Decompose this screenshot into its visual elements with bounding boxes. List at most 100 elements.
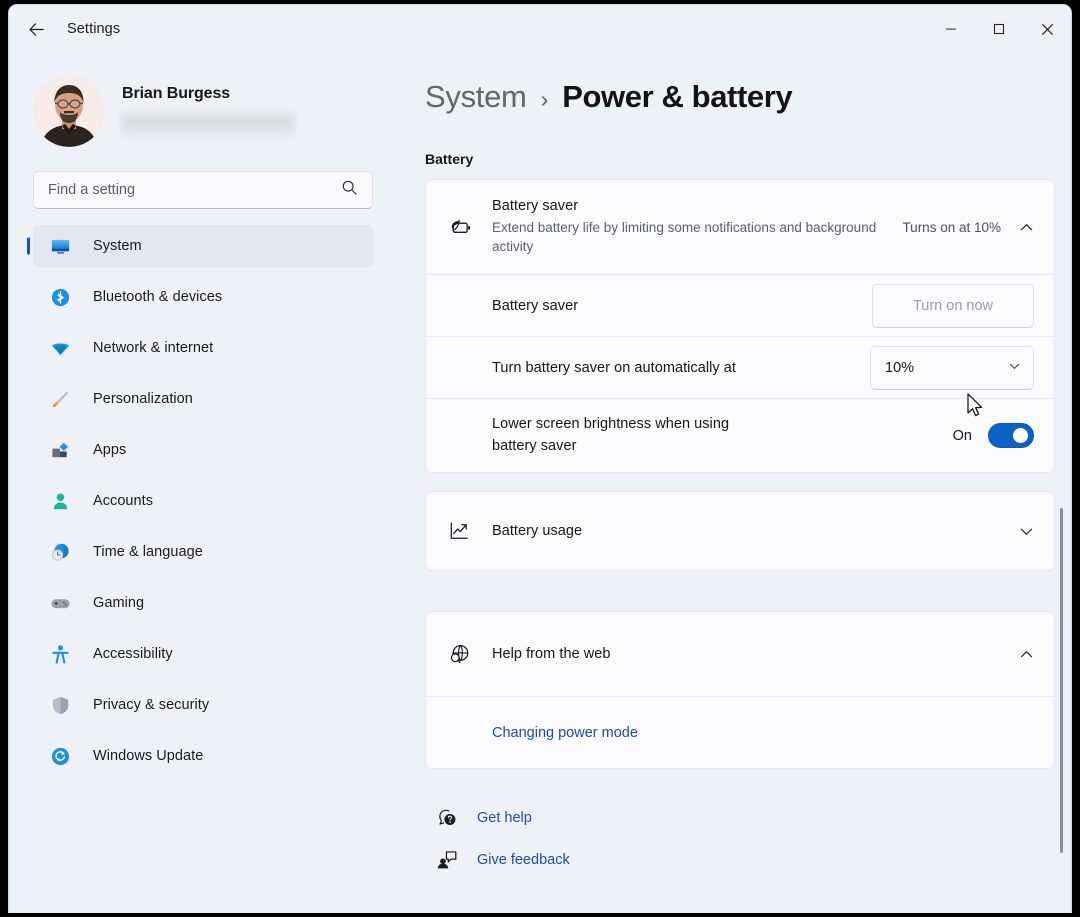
sidebar-item-accounts[interactable]: Accounts	[33, 480, 373, 522]
feedback-icon	[435, 849, 459, 871]
battery-threshold-dropdown[interactable]: 10%	[870, 346, 1034, 390]
sidebar-item-label: Gaming	[93, 595, 144, 611]
search-box[interactable]	[33, 171, 373, 209]
battery-usage-title: Battery usage	[492, 523, 1009, 539]
shield-icon	[49, 694, 71, 716]
paintbrush-icon	[49, 388, 71, 410]
sidebar-item-bluetooth-devices[interactable]: Bluetooth & devices	[33, 276, 373, 318]
main-content: System › Power & battery Battery	[397, 53, 1071, 913]
close-icon	[1041, 23, 1054, 36]
chevron-up-icon[interactable]	[1019, 220, 1034, 235]
battery-usage-text: Battery usage	[492, 523, 1019, 539]
chart-line-icon	[444, 519, 474, 544]
battery-usage-card[interactable]: Battery usage	[425, 491, 1055, 571]
maximize-button[interactable]	[975, 5, 1023, 53]
apps-icon	[49, 439, 71, 461]
minimize-button[interactable]	[927, 5, 975, 53]
sidebar-item-label: Accounts	[93, 493, 153, 509]
turn-on-now-button[interactable]: Turn on now	[872, 284, 1034, 328]
help-from-web-card: Help from the web Changing power mode	[425, 611, 1055, 769]
changing-power-mode-link[interactable]: Changing power mode	[492, 725, 638, 741]
chevron-up-icon[interactable]	[1019, 647, 1034, 662]
help-link-row: Changing power mode	[426, 696, 1054, 768]
update-icon	[49, 745, 71, 767]
breadcrumb-separator: ›	[541, 86, 549, 113]
auto-threshold-control: 10%	[870, 346, 1034, 390]
sidebar-item-system[interactable]: System	[33, 225, 373, 267]
sidebar-item-accessibility[interactable]: Accessibility	[33, 633, 373, 675]
battery-saver-row-label-wrap: Battery saver	[492, 298, 872, 314]
battery-saver-row-control: Turn on now	[872, 284, 1034, 328]
sidebar-item-privacy-security[interactable]: Privacy & security	[33, 684, 373, 726]
help-question-icon	[435, 807, 459, 829]
battery-usage-expand	[1019, 524, 1034, 539]
gamepad-icon	[49, 592, 71, 614]
window-controls	[927, 5, 1071, 53]
give-feedback-label: Give feedback	[477, 852, 570, 868]
avatar	[33, 75, 105, 147]
lower-brightness-row: Lower screen brightness when using batte…	[426, 398, 1054, 472]
title-bar: Settings	[9, 5, 1071, 53]
battery-saver-text: Battery saver Extend battery life by lim…	[492, 198, 902, 256]
battery-saver-row-label: Battery saver	[492, 298, 862, 314]
globe-help-icon	[444, 642, 474, 667]
close-button[interactable]	[1023, 5, 1071, 53]
auto-threshold-row: Turn battery saver on automatically at 1…	[426, 336, 1054, 398]
battery-saver-title: Battery saver	[492, 198, 892, 214]
breadcrumb-parent[interactable]: System	[425, 79, 527, 115]
battery-saver-header[interactable]: Battery saver Extend battery life by lim…	[426, 180, 1054, 274]
auto-threshold-label-wrap: Turn battery saver on automatically at	[492, 360, 870, 376]
sidebar-item-label: Accessibility	[93, 646, 173, 662]
profile-text: Brian Burgess	[122, 85, 294, 138]
settings-window: Settings	[8, 4, 1072, 913]
user-profile[interactable]: Brian Burgess	[33, 73, 385, 149]
minimize-icon	[945, 23, 957, 35]
sidebar-item-time-language[interactable]: Time & language	[33, 531, 373, 573]
monitor-icon	[49, 235, 71, 257]
sidebar-item-network-internet[interactable]: Network & internet	[33, 327, 373, 369]
lower-brightness-label-wrap: Lower screen brightness when using batte…	[492, 414, 953, 456]
toggle-state-label: On	[953, 428, 972, 444]
sidebar-item-gaming[interactable]: Gaming	[33, 582, 373, 624]
help-from-web-header[interactable]: Help from the web	[426, 612, 1054, 696]
sidebar-item-label: Network & internet	[93, 340, 213, 356]
maximize-icon	[993, 23, 1005, 35]
sidebar-item-apps[interactable]: Apps	[33, 429, 373, 471]
profile-email-redacted	[122, 112, 294, 138]
sidebar-item-label: System	[93, 238, 142, 254]
auto-threshold-label: Turn battery saver on automatically at	[492, 360, 860, 376]
chevron-down-icon	[1008, 359, 1021, 376]
user-avatar-image	[33, 75, 105, 147]
toggle-knob	[1013, 428, 1028, 443]
battery-saver-card: Battery saver Extend battery life by lim…	[425, 179, 1055, 473]
page-title: Power & battery	[562, 79, 792, 115]
help-from-web-text: Help from the web	[492, 646, 1019, 662]
breadcrumb: System › Power & battery	[425, 79, 1071, 115]
sidebar-item-personalization[interactable]: Personalization	[33, 378, 373, 420]
back-button[interactable]	[19, 12, 53, 46]
content-scrollbar[interactable]	[1060, 508, 1063, 853]
lower-brightness-toggle[interactable]	[988, 423, 1034, 448]
battery-usage-header[interactable]: Battery usage	[426, 492, 1054, 570]
section-title-battery: Battery	[425, 151, 1071, 167]
sidebar-item-label: Personalization	[93, 391, 193, 407]
search-input[interactable]	[34, 182, 324, 198]
search-icon	[341, 179, 358, 201]
profile-name: Brian Burgess	[122, 85, 294, 103]
lower-brightness-control: On	[953, 423, 1034, 448]
get-help-label: Get help	[477, 810, 532, 826]
sidebar-item-windows-update[interactable]: Windows Update	[33, 735, 373, 777]
chevron-down-icon[interactable]	[1019, 524, 1034, 539]
help-from-web-title: Help from the web	[492, 646, 1009, 662]
battery-saver-description: Extend battery life by limiting some not…	[492, 218, 887, 256]
give-feedback-link[interactable]: Give feedback	[425, 839, 1071, 881]
help-from-web-expand	[1019, 647, 1034, 662]
sidebar: Brian Burgess	[9, 53, 397, 913]
battery-saver-status-area: Turns on at 10%	[902, 220, 1034, 235]
status-badge: Turns on at 10%	[902, 220, 1001, 235]
get-help-link[interactable]: Get help	[425, 797, 1071, 839]
sidebar-nav: System Bluetooth & devices	[25, 225, 385, 777]
sidebar-item-label: Bluetooth & devices	[93, 289, 222, 305]
battery-threshold-value: 10%	[885, 360, 914, 376]
clock-globe-icon	[49, 541, 71, 563]
